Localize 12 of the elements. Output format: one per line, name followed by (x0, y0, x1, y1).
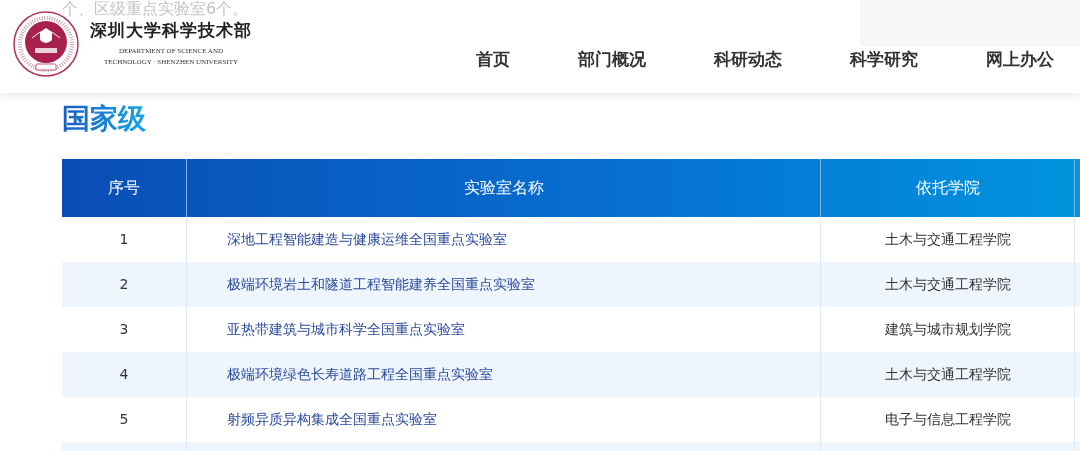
lab-link[interactable]: 射频异质异构集成全国重点实验室 (227, 409, 437, 430)
nav-link[interactable]: 科研动态 (714, 47, 782, 73)
nav-link[interactable]: 首页 (476, 47, 510, 73)
site-title: 深圳大学科学技术部 (90, 20, 252, 42)
nav-link[interactable]: 部门概况 (578, 47, 646, 73)
lab-link[interactable]: 亚热带建筑与城市科学全国重点实验室 (227, 319, 465, 340)
lab-link[interactable]: 极端环境岩土和隧道工程智能建养全国重点实验室 (227, 274, 535, 295)
lab-link[interactable]: 极端环境绿色长寿道路工程全国重点实验室 (227, 364, 493, 385)
nav-link[interactable]: 网上办公 (986, 47, 1054, 73)
background-text: 个、区级重点实验室6个。 (62, 0, 249, 18)
nav-link[interactable]: 科学研究 (850, 47, 918, 73)
lab-link[interactable]: 深地工程智能建造与健康运维全国重点实验室 (227, 229, 507, 250)
